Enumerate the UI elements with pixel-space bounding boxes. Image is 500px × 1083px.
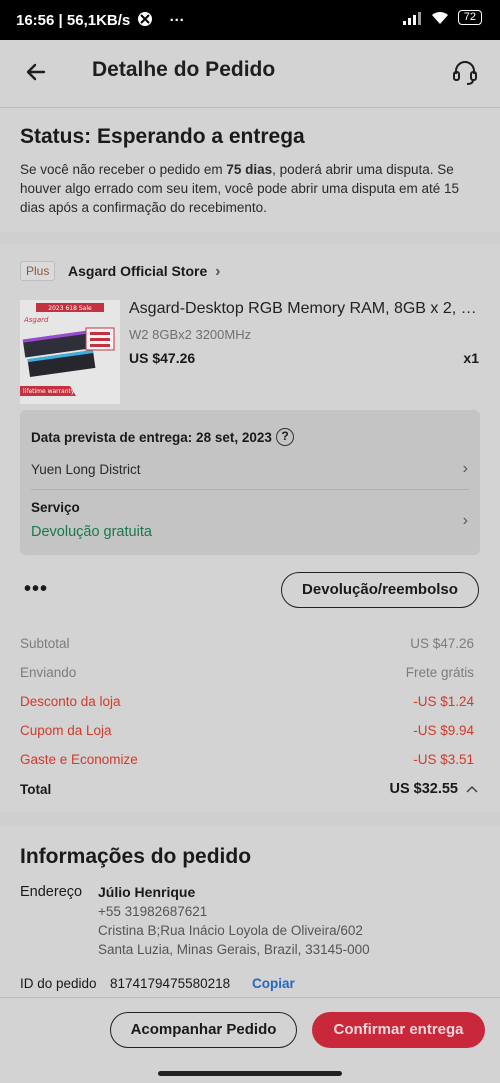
address-label: Endereço bbox=[20, 884, 83, 900]
bottom-action-bar: Acompanhar Pedido Confirmar entrega bbox=[0, 997, 500, 1083]
chevron-right-icon: › bbox=[215, 263, 221, 280]
total-value: US $32.55 bbox=[389, 781, 458, 797]
notification-dots: ··· bbox=[169, 12, 185, 29]
product-quantity: x1 bbox=[463, 350, 479, 366]
confirm-delivery-button[interactable]: Confirmar entrega bbox=[312, 1012, 485, 1048]
return-refund-button[interactable]: Devolução/reembolso bbox=[281, 572, 479, 608]
home-indicator[interactable] bbox=[158, 1071, 342, 1076]
recipient-name: Júlio Henrique bbox=[98, 884, 196, 900]
address-city: Santa Luzia, Minas Gerais, Brazil, 33145… bbox=[98, 942, 370, 957]
svg-text:2023 618 Sale: 2023 618 Sale bbox=[48, 305, 92, 312]
clock-and-speed: 16:56 | 56,1KB/s bbox=[16, 12, 131, 29]
shipping-value: Frete grátis bbox=[405, 665, 474, 680]
delivery-district[interactable]: Yuen Long District bbox=[31, 462, 141, 477]
customer-service-headset-icon[interactable] bbox=[451, 58, 479, 86]
signal-icon bbox=[402, 11, 421, 25]
product-title[interactable]: Asgard-Desktop RGB Memory RAM, 8GB x 2, … bbox=[129, 300, 479, 318]
order-card: Plus Asgard Official Store › 2023 618 Sa… bbox=[0, 244, 500, 812]
subtotal-value: US $47.26 bbox=[410, 636, 474, 651]
product-variant: W2 8GBx2 3200MHz bbox=[129, 327, 252, 342]
service-label: Serviço bbox=[31, 500, 80, 515]
copy-order-id-link[interactable]: Copiar bbox=[252, 976, 295, 991]
shipping-label: Enviando bbox=[20, 665, 77, 680]
order-info-title: Informações do pedido bbox=[20, 845, 252, 868]
order-id-label: ID do pedido bbox=[20, 976, 97, 991]
product-price: US $47.26 bbox=[129, 350, 196, 366]
battery-indicator: 72 bbox=[457, 10, 482, 25]
ram-product-illustration: 2023 618 Sale Asgard lifetime warranty bbox=[20, 300, 120, 404]
page-title: Detalhe do Pedido bbox=[92, 58, 276, 81]
order-status-section: Status: Esperando a entrega Se você não … bbox=[0, 108, 500, 232]
store-coupon-value: -US $9.94 bbox=[413, 723, 474, 738]
address-street: Cristina B;Rua Inácio Loyola de Oliveira… bbox=[98, 923, 363, 938]
svg-text:Asgard: Asgard bbox=[23, 316, 49, 324]
delivery-info-box: Data prevista de entrega: 28 set, 2023 ?… bbox=[20, 410, 480, 555]
recipient-phone: +55 31982687621 bbox=[98, 904, 208, 919]
service-free-return[interactable]: Devolução gratuita bbox=[31, 524, 152, 540]
spend-save-value: -US $3.51 bbox=[413, 752, 474, 767]
divider bbox=[31, 489, 469, 490]
track-order-button[interactable]: Acompanhar Pedido bbox=[110, 1012, 297, 1048]
expected-delivery-date: Data prevista de entrega: 28 set, 2023 bbox=[31, 430, 272, 445]
status-description: Se você não receber o pedido em 75 dias,… bbox=[20, 162, 459, 215]
more-options-button[interactable]: ••• bbox=[24, 578, 48, 601]
chevron-up-icon[interactable] bbox=[466, 785, 478, 793]
store-link[interactable]: Asgard Official Store › bbox=[68, 263, 220, 281]
store-coupon-label: Cupom da Loja bbox=[20, 723, 112, 738]
xbox-icon bbox=[138, 12, 153, 26]
order-id-value: 8174179475580218 bbox=[110, 976, 231, 991]
help-icon[interactable]: ? bbox=[276, 428, 294, 446]
store-discount-value: -US $1.24 bbox=[413, 694, 474, 709]
back-arrow-icon[interactable] bbox=[24, 60, 48, 84]
status-title: Status: Esperando a entrega bbox=[20, 125, 305, 148]
store-name: Asgard Official Store bbox=[68, 263, 208, 279]
wifi-icon bbox=[431, 11, 448, 24]
chevron-right-icon[interactable]: › bbox=[463, 512, 468, 530]
total-label: Total bbox=[20, 782, 52, 797]
store-discount-label: Desconto da loja bbox=[20, 694, 121, 709]
subtotal-label: Subtotal bbox=[20, 636, 70, 651]
spend-save-label: Gaste e Economize bbox=[20, 752, 138, 767]
plus-badge: Plus bbox=[20, 261, 56, 281]
svg-text:lifetime warranty: lifetime warranty bbox=[23, 388, 75, 395]
status-time: 16:56 | 56,1KB/s ··· bbox=[16, 11, 185, 29]
page-header: Detalhe do Pedido bbox=[0, 40, 500, 108]
system-status-bar: 16:56 | 56,1KB/s ··· 72 bbox=[0, 0, 500, 40]
status-icons: 72 bbox=[402, 10, 482, 25]
chevron-right-icon[interactable]: › bbox=[463, 460, 468, 478]
product-image[interactable]: 2023 618 Sale Asgard lifetime warranty bbox=[20, 300, 120, 404]
